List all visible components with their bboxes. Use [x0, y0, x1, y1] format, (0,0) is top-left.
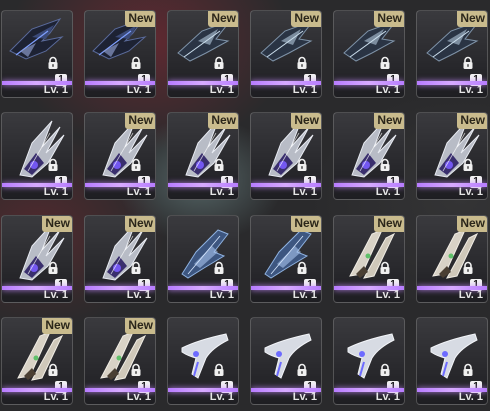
lock-icon[interactable] [295, 56, 309, 70]
level-label: Lv. 1 [292, 84, 317, 96]
lock-icon[interactable] [129, 56, 143, 70]
level-label: Lv. 1 [458, 391, 483, 403]
lock-icon[interactable] [212, 158, 226, 172]
level-label: Lv. 1 [292, 289, 317, 301]
lock-icon[interactable] [212, 363, 226, 377]
level-label: Lv. 1 [126, 289, 151, 301]
item-card[interactable]: New 1 Lv. 1 [416, 10, 488, 98]
hook-fighter-icon [430, 333, 478, 379]
new-badge: New [125, 318, 155, 334]
lock-icon[interactable] [378, 158, 392, 172]
item-card[interactable]: 1 Lv. 1 [1, 112, 73, 200]
item-card[interactable]: 1 Lv. 1 [167, 317, 239, 405]
new-badge: New [374, 113, 404, 129]
dark-blade-fighter-icon [9, 17, 64, 60]
new-badge: New [291, 11, 321, 27]
level-label: Lv. 1 [375, 391, 400, 403]
item-card[interactable]: New 1 Lv. 1 [84, 112, 156, 200]
lock-icon[interactable] [378, 261, 392, 275]
lock-icon[interactable] [461, 158, 475, 172]
level-label: Lv. 1 [375, 84, 400, 96]
item-card[interactable]: New 1 Lv. 1 [416, 215, 488, 303]
lock-icon[interactable] [295, 158, 309, 172]
inventory-grid: 1 Lv. 1 New 1 Lv. 1 New 1 Lv. 1 New 1 Lv. 1 New 1 Lv.… [0, 0, 490, 411]
level-label: Lv. 1 [126, 84, 151, 96]
item-card[interactable]: New 1 Lv. 1 [416, 112, 488, 200]
item-card[interactable]: 1 Lv. 1 [1, 10, 73, 98]
new-badge: New [208, 113, 238, 129]
new-badge: New [125, 11, 155, 27]
item-card[interactable]: New 1 Lv. 1 [333, 10, 405, 98]
lock-icon[interactable] [461, 363, 475, 377]
item-card[interactable]: New 1 Lv. 1 [84, 317, 156, 405]
new-badge: New [374, 11, 404, 27]
new-badge: New [291, 216, 321, 232]
level-label: Lv. 1 [458, 84, 483, 96]
level-label: Lv. 1 [126, 186, 151, 198]
level-label: Lv. 1 [292, 186, 317, 198]
level-label: Lv. 1 [209, 84, 234, 96]
lock-icon[interactable] [461, 56, 475, 70]
item-card[interactable]: New 1 Lv. 1 [84, 10, 156, 98]
new-badge: New [457, 11, 487, 27]
lock-icon[interactable] [129, 261, 143, 275]
level-label: Lv. 1 [458, 289, 483, 301]
lock-icon[interactable] [461, 261, 475, 275]
item-card[interactable]: 1 Lv. 1 [167, 215, 239, 303]
new-badge: New [457, 113, 487, 129]
item-card[interactable]: New 1 Lv. 1 [250, 10, 322, 98]
new-badge: New [208, 11, 238, 27]
new-badge: New [291, 113, 321, 129]
lock-icon[interactable] [212, 261, 226, 275]
item-card[interactable]: 1 Lv. 1 [333, 317, 405, 405]
new-badge: New [125, 113, 155, 129]
blue-wing-fighter-icon [181, 229, 229, 279]
level-label: Lv. 1 [126, 391, 151, 403]
level-label: Lv. 1 [375, 289, 400, 301]
lock-icon[interactable] [46, 261, 60, 275]
hook-fighter-icon [181, 333, 229, 379]
item-card[interactable]: New 1 Lv. 1 [1, 317, 73, 405]
lock-icon[interactable] [129, 158, 143, 172]
new-badge: New [125, 216, 155, 232]
lock-icon[interactable] [129, 363, 143, 377]
level-label: Lv. 1 [375, 186, 400, 198]
new-badge: New [374, 216, 404, 232]
item-card[interactable]: New 1 Lv. 1 [167, 10, 239, 98]
lock-icon[interactable] [46, 158, 60, 172]
item-card[interactable]: New 1 Lv. 1 [250, 112, 322, 200]
lock-icon[interactable] [378, 363, 392, 377]
item-card[interactable]: 1 Lv. 1 [250, 317, 322, 405]
level-label: Lv. 1 [209, 289, 234, 301]
new-badge: New [457, 216, 487, 232]
silver-fork-fighter-icon [19, 120, 65, 178]
item-card[interactable]: New 1 Lv. 1 [84, 215, 156, 303]
lock-icon[interactable] [378, 56, 392, 70]
level-label: Lv. 1 [292, 391, 317, 403]
hook-fighter-icon [347, 333, 395, 379]
lock-icon[interactable] [295, 261, 309, 275]
hook-fighter-icon [264, 333, 312, 379]
level-label: Lv. 1 [43, 186, 68, 198]
lock-icon[interactable] [46, 56, 60, 70]
item-card[interactable]: New 1 Lv. 1 [333, 112, 405, 200]
item-card[interactable]: New 1 Lv. 1 [333, 215, 405, 303]
lock-icon[interactable] [212, 56, 226, 70]
level-label: Lv. 1 [43, 84, 68, 96]
level-label: Lv. 1 [43, 391, 68, 403]
new-badge: New [42, 318, 72, 334]
level-label: Lv. 1 [43, 289, 68, 301]
level-label: Lv. 1 [209, 186, 234, 198]
item-card[interactable]: New 1 Lv. 1 [1, 215, 73, 303]
lock-icon[interactable] [46, 363, 60, 377]
item-card[interactable]: 1 Lv. 1 [416, 317, 488, 405]
item-card[interactable]: New 1 Lv. 1 [250, 215, 322, 303]
lock-icon[interactable] [295, 363, 309, 377]
level-label: Lv. 1 [209, 391, 234, 403]
new-badge: New [42, 216, 72, 232]
level-label: Lv. 1 [458, 186, 483, 198]
item-card[interactable]: New 1 Lv. 1 [167, 112, 239, 200]
